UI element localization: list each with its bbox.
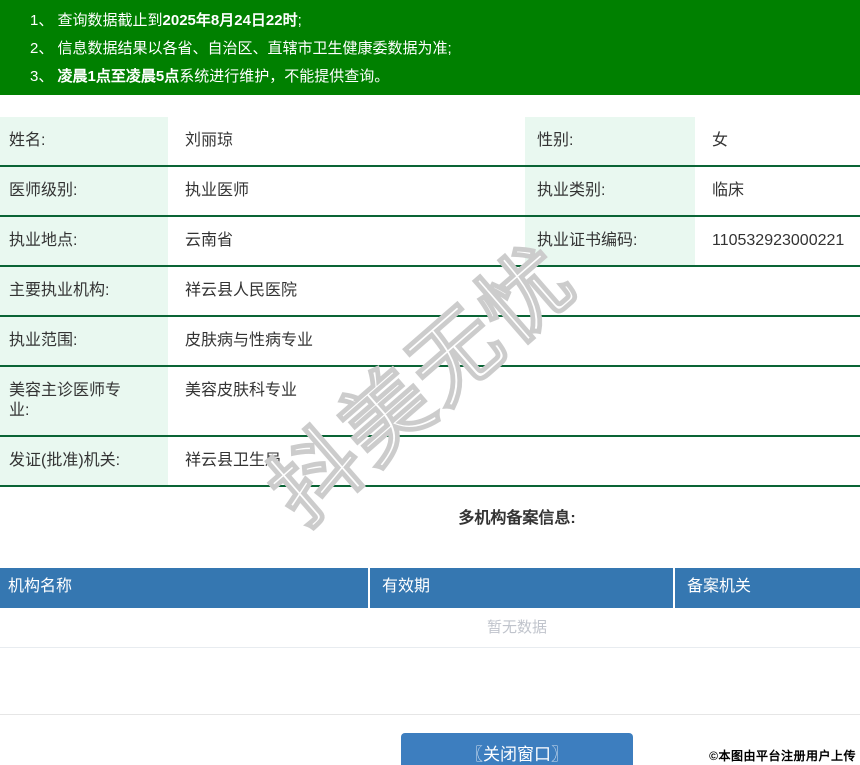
field-value-doctor-level: 执业医师 (185, 182, 250, 199)
field-label-issuing-authority: 发证(批准)机关: (0, 437, 168, 485)
column-header-validity-period: 有效期 (370, 568, 675, 608)
field-value-main-institution: 祥云县人民医院 (185, 282, 298, 299)
field-value-license-number: 110532923000221 (712, 232, 845, 249)
field-label-practice-category: 执业类别: (525, 167, 695, 215)
table-row: 姓名: 刘丽琼 性别: 女 (0, 117, 860, 167)
footer-divider (0, 714, 860, 715)
field-label-practice-scope: 执业范围: (0, 317, 168, 365)
field-value-practice-category: 临床 (712, 182, 745, 199)
field-label-doctor-level: 医师级别: (0, 167, 168, 215)
column-header-filing-authority: 备案机关 (687, 578, 752, 595)
filing-table-header: 机构名称 有效期 备案机关 (0, 568, 860, 608)
column-header-institution-name: 机构名称 (0, 568, 370, 608)
field-value-name: 刘丽琼 (185, 132, 234, 149)
doctor-info-table: 姓名: 刘丽琼 性别: 女 医师级别: 执业医师 执业类别: 临床 执业地点: … (0, 117, 860, 487)
notice-line-3: 3、 凌晨1点至凌晨5点系统进行维护，不能提供查询。 (30, 68, 390, 85)
table-row: 执业地点: 云南省 执业证书编码: 110532923000221 (0, 217, 860, 267)
field-value-issuing-authority: 祥云县卫生局 (185, 452, 282, 469)
filing-section-title: 多机构备案信息: (458, 510, 576, 527)
close-window-button[interactable]: 〖关闭窗口〗 (401, 733, 633, 765)
field-label-cosmetic-specialty: 美容主诊医师专业: (0, 367, 168, 435)
table-row: 发证(批准)机关: 祥云县卫生局 (0, 437, 860, 487)
table-row: 医师级别: 执业医师 执业类别: 临床 (0, 167, 860, 217)
field-value-gender: 女 (712, 132, 729, 149)
empty-data-message: 暂无数据 (0, 608, 860, 648)
field-label-gender: 性别: (525, 117, 695, 165)
notice-banner: 1、 查询数据截止到2025年8月24日22时; 2、 信息数据结果以各省、自治… (0, 0, 860, 95)
notice-line-1: 1、 查询数据截止到2025年8月24日22时; (30, 12, 302, 29)
field-label-main-institution: 主要执业机构: (0, 267, 168, 315)
field-value-practice-scope: 皮肤病与性病专业 (185, 332, 314, 349)
table-row: 主要执业机构: 祥云县人民医院 (0, 267, 860, 317)
field-value-practice-location: 云南省 (185, 232, 234, 249)
field-label-name: 姓名: (0, 117, 168, 165)
upload-credit-text: ©本图由平台注册用户上传 (709, 749, 856, 763)
notice-line-2: 2、 信息数据结果以各省、自治区、直辖市卫生健康委数据为准; (30, 40, 452, 57)
field-label-practice-location: 执业地点: (0, 217, 168, 265)
page-container: 1、 查询数据截止到2025年8月24日22时; 2、 信息数据结果以各省、自治… (0, 0, 860, 765)
field-value-cosmetic-specialty: 美容皮肤科专业 (185, 382, 298, 399)
field-label-license-number: 执业证书编码: (525, 217, 695, 265)
table-row: 美容主诊医师专业: 美容皮肤科专业 (0, 367, 860, 437)
table-row: 执业范围: 皮肤病与性病专业 (0, 317, 860, 367)
